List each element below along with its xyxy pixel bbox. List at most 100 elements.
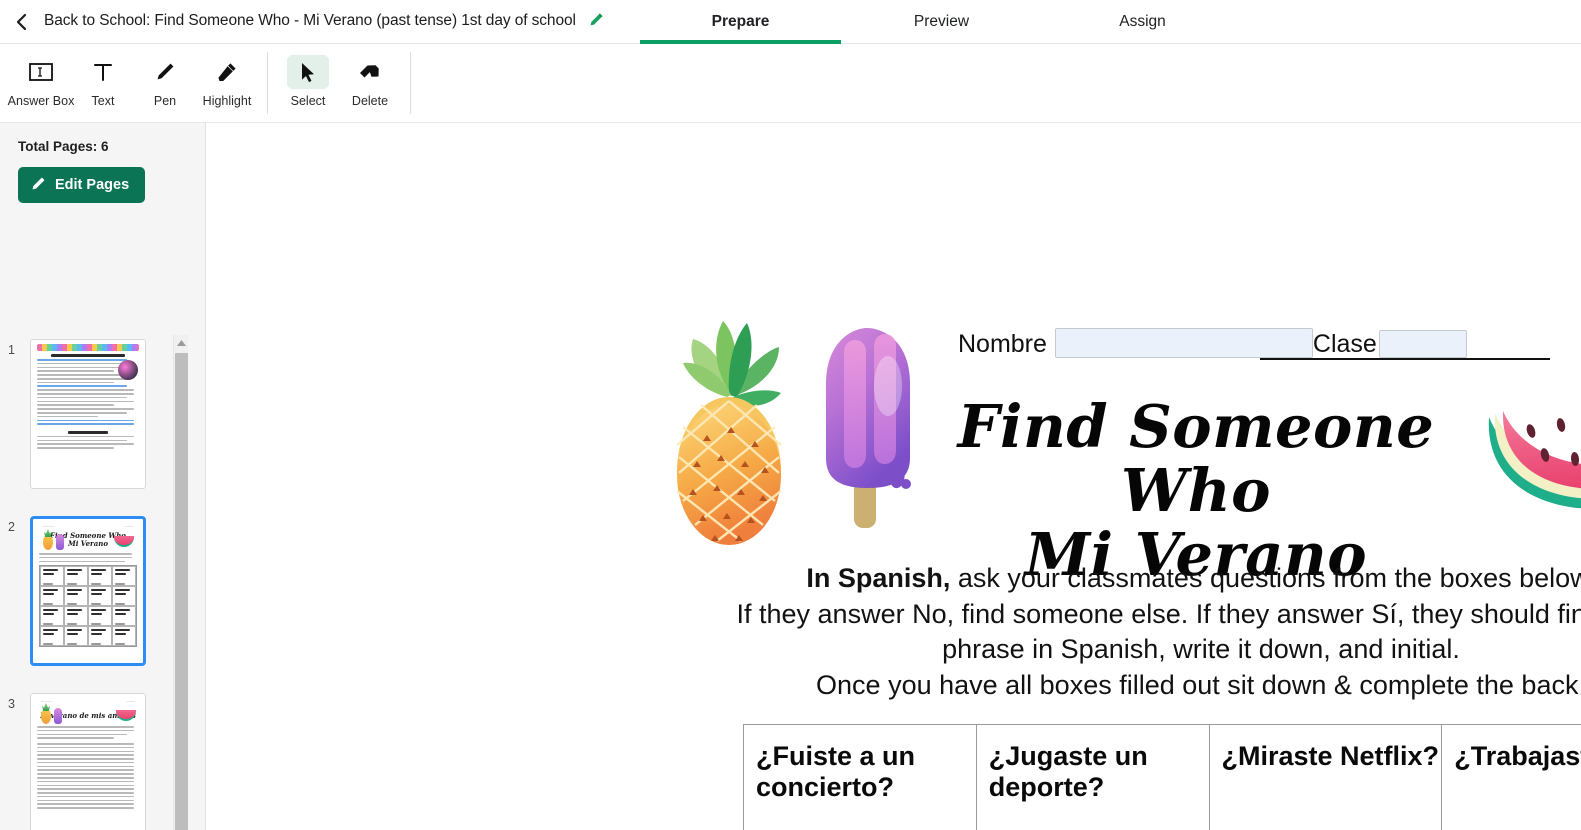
pencil-icon[interactable]: [589, 12, 604, 32]
pineapple-illustration: [669, 305, 789, 545]
pineapple-illustration: [41, 709, 51, 724]
thumb-line: [37, 784, 134, 787]
page-thumbnail-3[interactable]: _______ _____ El verano de mis amigos: [30, 693, 146, 830]
page-number: 3: [8, 697, 15, 711]
thumb-line: [37, 385, 127, 388]
pencil-icon: [31, 176, 46, 195]
thumb-line: [37, 754, 134, 756]
edit-pages-button[interactable]: Edit Pages: [18, 167, 146, 203]
question-cell-1: ¿Fuiste a un concierto? Yo fui a.: [743, 724, 977, 830]
thumb-line: [37, 737, 114, 739]
thumb-line: [39, 556, 133, 559]
answer-box-icon: [20, 55, 62, 89]
pen-icon: [144, 55, 186, 89]
instructions-line-4: Once you have all boxes filled out sit d…: [816, 669, 1581, 700]
tool-pen[interactable]: Pen: [134, 49, 196, 108]
chevron-left-icon: [12, 12, 32, 32]
page-sidebar: Total Pages: 6 Edit Pages 1 2 _______ __…: [0, 123, 206, 830]
cursor-arrow-icon: [287, 55, 329, 89]
page-thumbnail-2[interactable]: _______ _____ Find Someone Who Mi Verano: [30, 516, 146, 666]
thumb-logo: [118, 360, 138, 380]
document-title-text: Back to School: Find Someone Who - Mi Ve…: [44, 11, 576, 29]
thumb-cell: [88, 586, 112, 607]
instructions-line-2: If they answer No, find someone else. If…: [736, 598, 1581, 629]
question-cell-3: ¿Miraste Netflix? Yo miré: [1208, 724, 1443, 830]
sidebar-scrollbar[interactable]: [173, 335, 188, 830]
tab-prepare-label: Prepare: [711, 13, 770, 30]
thumb-line: [37, 393, 134, 395]
text-icon: [82, 55, 124, 89]
eraser-icon: [349, 55, 391, 89]
thumb-line: [37, 411, 127, 414]
thumb-line: [37, 374, 127, 376]
popsicle-illustration: [56, 534, 64, 550]
back-button[interactable]: [0, 0, 44, 44]
thumb-line: [37, 773, 134, 775]
instructions-line1-rest: ask your classmates questions from the b…: [950, 563, 1581, 593]
question-text: ¿Miraste Netflix?: [1221, 741, 1440, 771]
thumb-line: [37, 769, 134, 771]
thumb-cell: [40, 586, 64, 607]
thumb-line: [37, 377, 127, 380]
tool-select[interactable]: Select: [277, 49, 339, 108]
tab-preview[interactable]: Preview: [841, 0, 1042, 44]
question-cell-4: ¿Trabajaste? Yo trabajé.: [1441, 724, 1581, 830]
tab-prepare[interactable]: Prepare: [640, 0, 841, 44]
tool-delete[interactable]: Delete: [339, 49, 401, 108]
clase-answer-box[interactable]: [1378, 330, 1467, 358]
thumb-line: [37, 788, 134, 790]
table-row: ¿Fuiste a un concierto? Yo fui a. ¿Jugas…: [743, 724, 1581, 830]
thumb-line: [37, 733, 127, 736]
tab-assign[interactable]: Assign: [1042, 0, 1243, 44]
thumb-line: [37, 389, 134, 391]
caret-up-icon[interactable]: [174, 335, 189, 351]
thumb-line: [37, 408, 134, 410]
question-text: ¿Jugaste un deporte?: [988, 741, 1148, 802]
thumbnail-preview: [31, 340, 145, 488]
thumb-cell: [112, 606, 136, 627]
thumb-cell: [88, 566, 112, 587]
main-tabs: Prepare Preview Assign: [640, 0, 1243, 44]
thumb-cell: [64, 606, 88, 627]
thumb-line: [37, 795, 134, 798]
thumb-line: [37, 780, 134, 783]
nombre-answer-box[interactable]: [1054, 328, 1313, 358]
thumb-cell: [64, 566, 88, 587]
worksheet-instructions: In Spanish, ask your classmates question…: [676, 561, 1581, 703]
edit-pages-label: Edit Pages: [55, 177, 130, 193]
pineapple-illustration: [43, 535, 53, 550]
thumb-footer: [33, 654, 143, 658]
tool-pen-label: Pen: [153, 94, 177, 108]
sidebar-scrollbar-thumb[interactable]: [175, 353, 188, 830]
thumb-line: [37, 803, 134, 806]
thumb-heading: [51, 354, 125, 357]
tool-text-label: Text: [91, 94, 115, 108]
thumb-cell: [112, 626, 136, 647]
annotation-toolbar: Answer Box Text Pen Highlight Select Del…: [0, 44, 1581, 123]
tool-answer-box[interactable]: Answer Box: [8, 49, 74, 108]
thumb-line: [37, 729, 134, 732]
nombre-label: Nombre: [958, 330, 1047, 358]
thumb-line: [37, 799, 134, 802]
page-number: 1: [8, 343, 15, 357]
thumb-line: [37, 761, 134, 764]
tool-highlight[interactable]: Highlight: [196, 49, 258, 108]
watermelon-illustration: [1483, 381, 1581, 511]
page-number: 2: [8, 520, 15, 534]
instructions-lead: In Spanish,: [806, 563, 951, 593]
thumb-cell: [88, 626, 112, 647]
toolbar-divider: [267, 52, 268, 114]
tab-assign-label: Assign: [1119, 13, 1166, 30]
decorative-banner: [37, 344, 139, 351]
thumb-line: [37, 370, 114, 372]
tool-text[interactable]: Text: [72, 49, 134, 108]
page-canvas[interactable]: Nombre Clase Find Someone Who Mi Verano …: [206, 123, 1581, 830]
clase-label: Clase: [1312, 330, 1377, 358]
thumb-heading: [67, 430, 109, 434]
page-thumbnail-1[interactable]: [30, 339, 146, 489]
thumb-line: [37, 435, 134, 438]
thumb-line: [37, 726, 134, 728]
tool-delete-label: Delete: [351, 94, 389, 108]
thumb-line: [37, 359, 127, 361]
thumb-line: [37, 443, 134, 446]
